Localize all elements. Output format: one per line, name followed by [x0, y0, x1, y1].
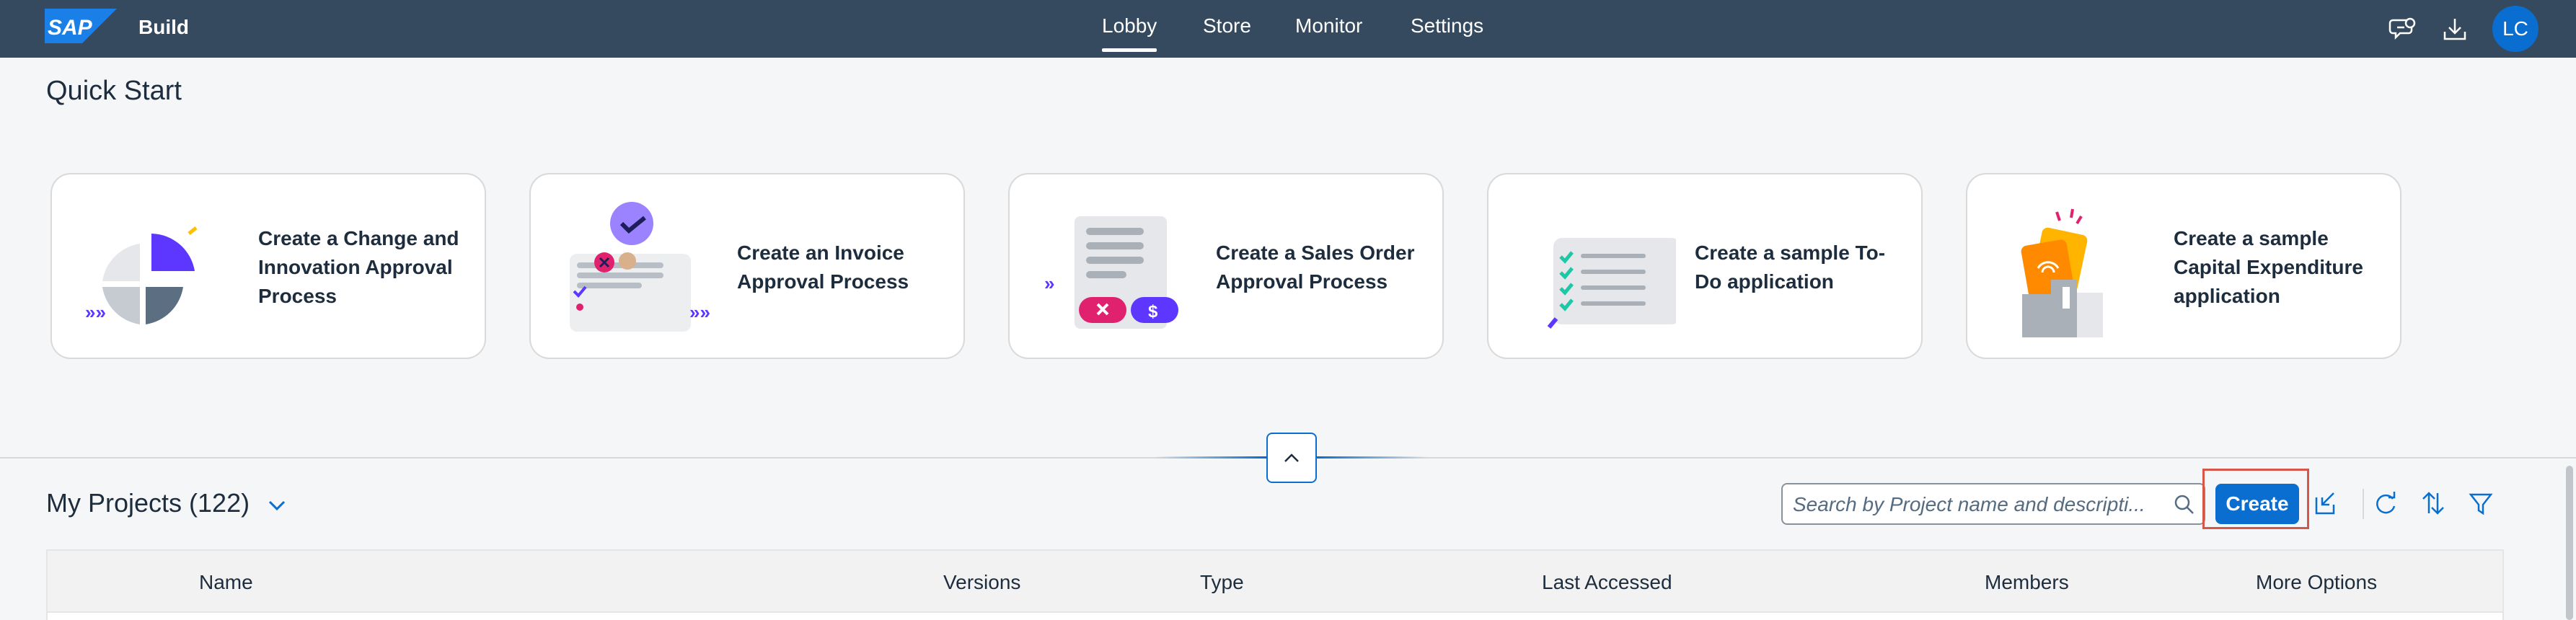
search-icon[interactable]	[2172, 492, 2197, 517]
svg-text:»»: »»	[85, 301, 106, 323]
tab-settings[interactable]: Settings	[1411, 13, 1483, 58]
column-type[interactable]: Type	[1200, 568, 1244, 597]
card-label: Create an Invoice Approval Process	[737, 242, 909, 293]
import-icon[interactable]	[2309, 487, 2341, 519]
column-more-options[interactable]: More Options	[2256, 568, 2377, 597]
tab-lobby[interactable]: Lobby	[1102, 13, 1157, 58]
card-label: Create a sample Capital Expenditure appl…	[2174, 227, 2363, 307]
project-search	[1781, 483, 2205, 525]
quick-start-card-todo-app[interactable]: Create a sample To-Do application	[1487, 173, 1923, 359]
chevron-down-icon[interactable]	[263, 490, 291, 519]
quick-start-card-sales-order-approval[interactable]: $ » Create a Sales Order Approval Proces…	[1008, 173, 1444, 359]
quick-start-card-capex-app[interactable]: Create a sample Capital Expenditure appl…	[1966, 173, 2401, 359]
toolbar-separator	[2363, 489, 2364, 519]
feedback-icon[interactable]	[2387, 13, 2419, 45]
tab-store[interactable]: Store	[1203, 13, 1251, 58]
svg-text:$: $	[1148, 302, 1158, 322]
create-button[interactable]: Create	[2215, 484, 2299, 524]
svg-text:»: »	[1044, 273, 1054, 294]
logo-text: SAP	[48, 16, 93, 40]
chevron-up-icon	[1284, 453, 1299, 462]
refresh-icon[interactable]	[2370, 487, 2401, 519]
column-members[interactable]: Members	[1985, 568, 2069, 597]
invoice-illustration: »»	[570, 202, 710, 332]
sales-order-illustration: $ »	[1044, 216, 1178, 329]
svg-text:»»: »»	[689, 301, 710, 323]
vertical-scrollbar[interactable]	[2566, 466, 2573, 620]
sap-logo[interactable]: SAP	[45, 9, 117, 43]
quick-start-section: Quick Start »» Create a Change and Innov…	[0, 58, 2576, 459]
app-name[interactable]: Build	[138, 14, 189, 40]
projects-title: My Projects (122)	[46, 488, 250, 518]
pie-chart-illustration: »»	[85, 226, 198, 324]
todo-list-illustration	[1547, 238, 1676, 329]
filter-icon[interactable]	[2465, 487, 2497, 519]
shell-bar: SAP Build Lobby Store Monitor Settings L…	[0, 0, 2576, 58]
quick-start-card-change-approval[interactable]: »» Create a Change and Innovation Approv…	[50, 173, 486, 359]
card-label: Create a Change and Innovation Approval …	[258, 227, 459, 307]
avatar[interactable]: LC	[2492, 6, 2538, 52]
card-label: Create a sample To-Do application	[1695, 242, 1886, 293]
column-name[interactable]: Name	[199, 568, 253, 597]
column-last-accessed[interactable]: Last Accessed	[1542, 568, 1672, 597]
quick-start-title: Quick Start	[46, 76, 182, 106]
search-input[interactable]	[1793, 490, 2153, 519]
tab-monitor[interactable]: Monitor	[1295, 13, 1362, 58]
card-label: Create a Sales Order Approval Process	[1216, 242, 1415, 293]
collapse-button[interactable]	[1266, 433, 1317, 483]
projects-table-header: Name Versions Type Last Accessed Members…	[46, 549, 2504, 613]
sort-icon[interactable]	[2417, 487, 2449, 519]
capex-illustration	[2021, 208, 2103, 337]
table-row[interactable]	[46, 613, 2504, 620]
download-icon[interactable]	[2439, 13, 2471, 45]
quick-start-card-invoice-approval[interactable]: »» Create an Invoice Approval Process	[529, 173, 965, 359]
column-versions[interactable]: Versions	[943, 568, 1020, 597]
